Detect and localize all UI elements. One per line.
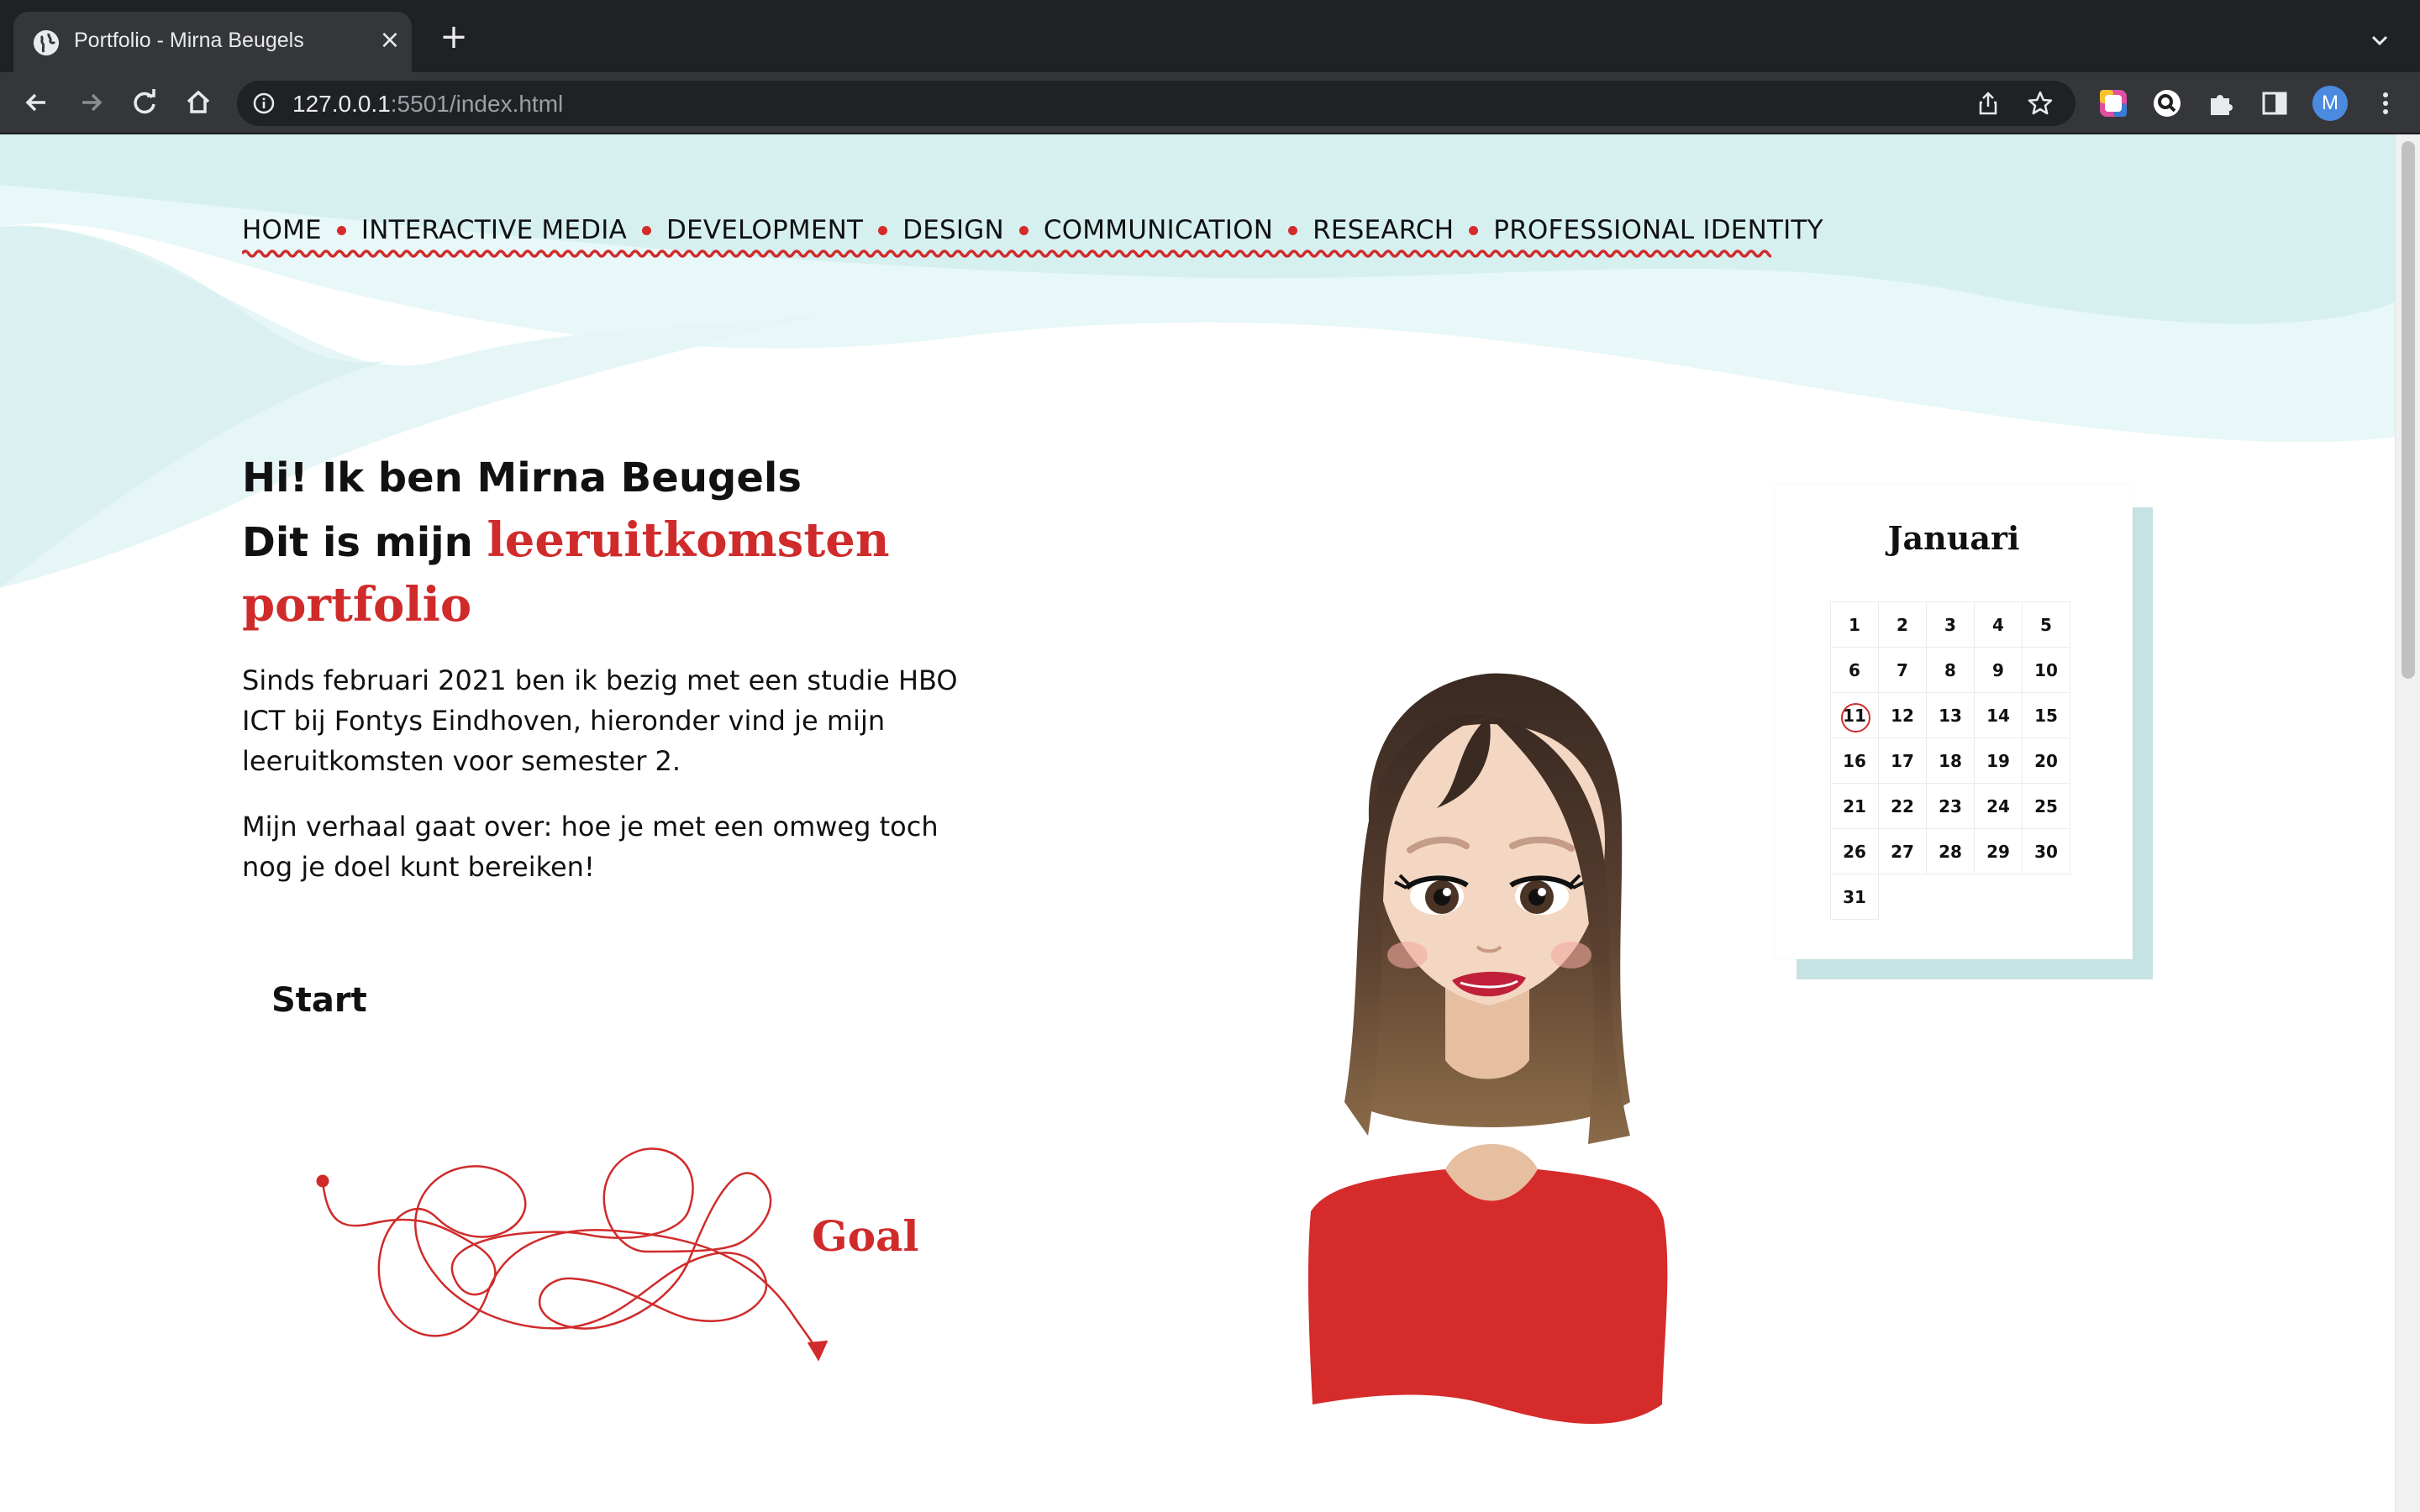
story-paragraph: Mijn verhaal gaat over: hoe je met een o… xyxy=(242,811,939,883)
nav-item-development[interactable]: DEVELOPMENT xyxy=(666,215,863,245)
nav-separator xyxy=(1288,225,1298,235)
hero-highlight: leeruitkomsten xyxy=(487,512,890,568)
hero-greeting: Hi! Ik ben Mirna Beugels xyxy=(242,454,802,501)
calendar-day: 3 xyxy=(1927,602,1975,648)
hero-subtitle: Dit is mijn leeruitkomsten xyxy=(242,509,1049,574)
url-host: 127.0.0.1 xyxy=(292,91,391,117)
close-icon[interactable]: × xyxy=(375,25,405,55)
calendar-day: 2 xyxy=(1879,602,1927,648)
reload-icon[interactable] xyxy=(126,84,163,121)
nav-item-communication[interactable]: COMMUNICATION xyxy=(1044,215,1273,245)
globe-icon xyxy=(34,30,59,55)
page-viewport: HOME INTERACTIVE MEDIA DEVELOPMENT DESIG… xyxy=(0,134,2420,1512)
nav-wavy-underline xyxy=(242,249,1771,258)
calendar-day: 9 xyxy=(1975,648,2023,693)
nav-separator xyxy=(878,225,888,235)
share-icon[interactable] xyxy=(1975,90,2002,117)
calendar-day: 27 xyxy=(1879,829,1927,874)
info-icon[interactable] xyxy=(252,92,276,115)
calendar-day: 17 xyxy=(1879,738,1927,784)
calendar-day: 20 xyxy=(2023,738,2070,784)
calendar-month: Januari xyxy=(1887,519,2020,557)
star-icon[interactable] xyxy=(2027,90,2054,117)
nav-separator xyxy=(336,225,346,235)
side-panel-icon[interactable] xyxy=(2259,87,2291,119)
calendar-day: 30 xyxy=(2023,829,2070,874)
calendar-day: 22 xyxy=(1879,784,1927,829)
puzzle-icon[interactable] xyxy=(2205,87,2237,119)
calendar-day: 16 xyxy=(1831,738,1879,784)
nav-item-home[interactable]: HOME xyxy=(242,215,322,245)
calendar-day: 13 xyxy=(1927,693,1975,738)
arrow-left-icon[interactable] xyxy=(18,84,55,121)
journey-goal-label: Goal xyxy=(812,1211,919,1261)
calendar-day: 4 xyxy=(1975,602,2023,648)
calendar-day: 28 xyxy=(1927,829,1975,874)
home-icon[interactable] xyxy=(180,84,217,121)
calendar-day: 5 xyxy=(2023,602,2070,648)
calendar-day: 18 xyxy=(1927,738,1975,784)
color-picker-extension-icon[interactable] xyxy=(2097,87,2129,119)
arrow-right-icon[interactable] xyxy=(72,84,109,121)
profile-avatar[interactable]: M xyxy=(2312,86,2348,121)
calendar-day: 24 xyxy=(1975,784,2023,829)
calendar-day: 8 xyxy=(1927,648,1975,693)
hero-heading: Hi! Ik ben Mirna Beugels Dit is mijn lee… xyxy=(242,447,1049,636)
url-text: 127.0.0.1:5501/index.html xyxy=(292,91,563,118)
nav-separator xyxy=(1018,225,1028,235)
calendar-day: 14 xyxy=(1975,693,2023,738)
nav-item-research[interactable]: RESEARCH xyxy=(1313,215,1454,245)
journey-path-illustration xyxy=(316,1147,829,1362)
calendar-day: 25 xyxy=(2023,784,2070,829)
calendar-card: Januari 1 2 3 4 5 6 7 8 9 10 11 12 13 14 15 16 17 18 19 20 2… xyxy=(1775,484,2133,959)
calendar-day: 21 xyxy=(1831,784,1879,829)
nav-separator xyxy=(1469,225,1479,235)
nav-separator xyxy=(641,225,651,235)
tab-strip: Portfolio - Mirna Beugels × + xyxy=(0,0,2420,72)
nav-item-interactive-media[interactable]: INTERACTIVE MEDIA xyxy=(361,215,627,245)
calendar-day: 10 xyxy=(2023,648,2070,693)
url-path: :5501/index.html xyxy=(390,91,564,117)
nav-item-design[interactable]: DESIGN xyxy=(902,215,1004,245)
address-bar[interactable]: 127.0.0.1:5501/index.html xyxy=(237,81,2075,126)
calendar-day: 19 xyxy=(1975,738,2023,784)
calendar-day: 12 xyxy=(1879,693,1927,738)
calendar-day: 29 xyxy=(1975,829,2023,874)
browser-tab[interactable]: Portfolio - Mirna Beugels × xyxy=(13,12,412,72)
calendar-day-highlighted: 11 xyxy=(1831,693,1879,738)
calendar-grid: 1 2 3 4 5 6 7 8 9 10 11 12 13 14 15 16 17 18 19 20 21 22 23 24 2… xyxy=(1830,601,2070,920)
page-scrollbar[interactable] xyxy=(2395,134,2420,1512)
calendar-day: 31 xyxy=(1831,874,1879,920)
browser-toolbar: 127.0.0.1:5501/index.html M xyxy=(0,72,2420,134)
nav-item-professional-identity[interactable]: PROFESSIONAL IDENTITY xyxy=(1493,215,1823,245)
hero-highlight-portfolio: portfolio xyxy=(242,577,472,633)
intro-paragraph: Sinds februari 2021 ben ik bezig met een… xyxy=(242,664,958,777)
new-tab-button[interactable]: + xyxy=(437,20,471,55)
kebab-menu-icon[interactable] xyxy=(2370,87,2402,119)
scrollbar-thumb[interactable] xyxy=(2402,141,2415,679)
hero-subtitle-prefix: Dit is mijn xyxy=(242,519,487,566)
calendar-day: 26 xyxy=(1831,829,1879,874)
avatar-illustration xyxy=(1307,673,1668,1425)
calendar-day: 15 xyxy=(2023,693,2070,738)
search-extension-icon[interactable] xyxy=(2151,87,2183,119)
calendar-day: 7 xyxy=(1879,648,1927,693)
tab-title: Portfolio - Mirna Beugels xyxy=(74,29,304,52)
calendar-day: 23 xyxy=(1927,784,1975,829)
calendar-day: 1 xyxy=(1831,602,1879,648)
calendar-day: 6 xyxy=(1831,648,1879,693)
chevron-down-icon[interactable] xyxy=(2363,24,2396,57)
